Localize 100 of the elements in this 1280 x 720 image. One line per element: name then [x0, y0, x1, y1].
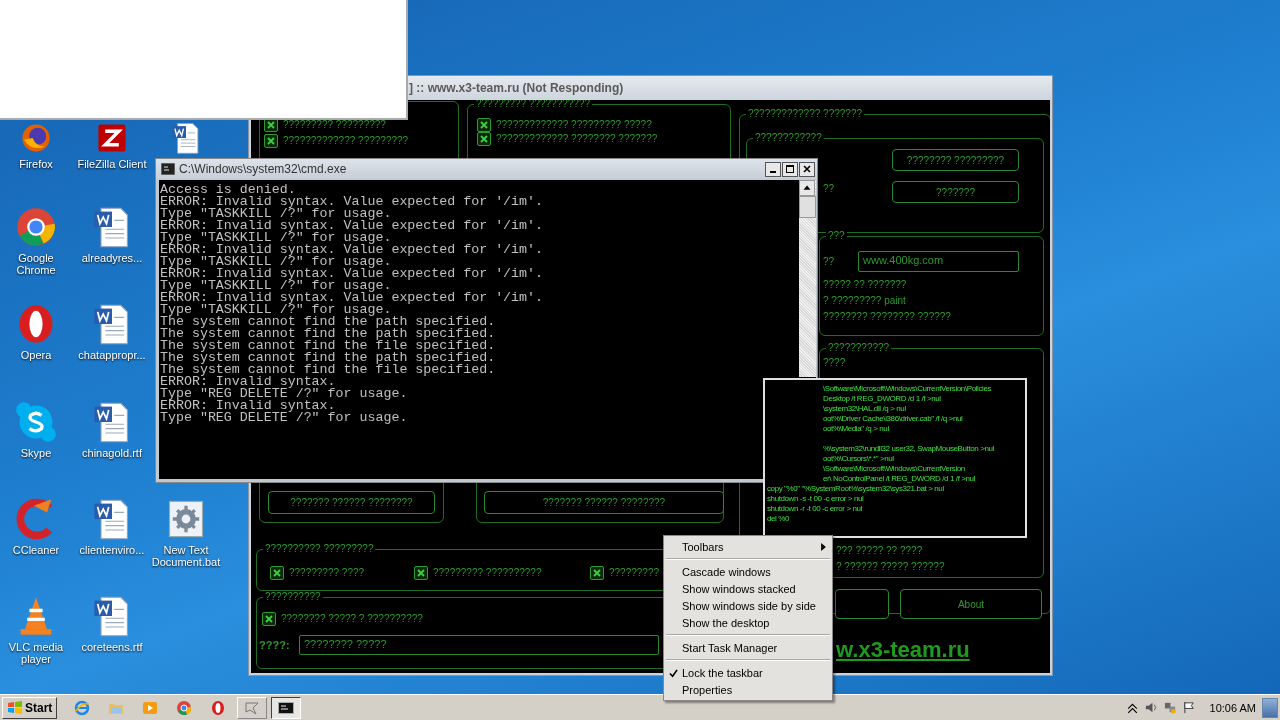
script-line: er\ NoControlPanel /t REG_DWORD /d 1 /f >nul [822, 474, 977, 484]
checkbox[interactable] [477, 132, 491, 146]
checkbox[interactable] [270, 566, 284, 580]
scroll-up-icon[interactable] [799, 180, 815, 196]
icon-label: chatappropr... [78, 349, 146, 361]
console-line: ERROR: Invalid syntax. [160, 400, 336, 412]
app-button[interactable]: ??????? ?????? ???????? [484, 491, 724, 514]
checkbox[interactable] [477, 118, 491, 132]
script-line: \system32\HAL.dll /q > nul [822, 404, 907, 414]
close-icon [802, 164, 812, 174]
app-button[interactable] [835, 589, 889, 619]
menu-item[interactable]: Toolbars [664, 538, 832, 555]
script-line: copy "%0" "%SystemRoot%\system32\sys321.bat > nul [767, 484, 945, 494]
menu-item[interactable]: Show windows stacked [664, 580, 832, 597]
clock[interactable]: 10:06 AM [1209, 701, 1256, 714]
flag-icon[interactable] [1182, 701, 1196, 714]
maximize-button[interactable] [782, 161, 798, 177]
console-line: ERROR: Invalid syntax. Value expected for '/im'. [160, 292, 544, 304]
script-line: \Software\Microsoft\Windows\CurrentVersion\Policies [822, 384, 993, 394]
input-field[interactable]: www.400kg.com [858, 251, 1019, 272]
cloud-icon[interactable] [14, 400, 58, 444]
checkbox[interactable] [414, 566, 428, 580]
checkbox-label: ????????????? ???????? ??????? [496, 132, 658, 146]
console-line: Type "TASKKILL /?" for usage. [160, 304, 392, 316]
maximize-icon [785, 164, 795, 174]
app-button[interactable]: About [900, 589, 1042, 619]
scrollbar[interactable] [799, 180, 816, 377]
input-field[interactable]: ???????? ????? [299, 635, 659, 655]
start-button[interactable]: Start [2, 696, 58, 719]
group-legend: ???????????? [753, 132, 824, 144]
globe-icon [74, 699, 91, 716]
window-title: C:\Windows\system32\cmd.exe [179, 162, 347, 176]
zigzag-icon[interactable] [95, 121, 129, 155]
icon-label: clientenviro... [79, 544, 145, 556]
chevron-icon[interactable] [1125, 701, 1139, 714]
app-text: ?? [823, 255, 836, 269]
submenu-arrow-icon [821, 542, 826, 551]
group-legend: ??? [826, 230, 847, 242]
ring-icon[interactable] [14, 205, 58, 249]
app-button[interactable]: ???????? ????????? [892, 149, 1019, 171]
ring-icon [210, 699, 227, 716]
app-text: ?? [823, 182, 836, 196]
field-label: ????: [259, 638, 291, 652]
menu-item[interactable]: Show windows side by side [664, 597, 832, 614]
console-line: The system cannot find the path specified. [160, 316, 497, 328]
console-line: Type "TASKKILL /?" for usage. [160, 280, 392, 292]
console-line: ERROR: Invalid syntax. [160, 376, 336, 388]
show-desktop-button[interactable] [1262, 697, 1278, 718]
script-line: oot%\Cursors\*.*" >nul [822, 454, 895, 464]
speaker-icon[interactable] [1144, 701, 1158, 714]
checkbox-label: ????????? ?????????? [433, 566, 542, 580]
minimize-icon [770, 171, 776, 173]
icon-label: Google Chrome [15, 252, 57, 276]
script-line: \Software\Microsoft\Windows\CurrentVersion [822, 464, 966, 474]
scroll-thumb[interactable] [799, 196, 816, 218]
checkbox-label: ????????? ????????? [283, 118, 386, 132]
icon-label: New Text Document.bat [150, 544, 222, 568]
group-legend: ????????????? ??????? [746, 108, 864, 120]
app-button[interactable]: ??????? ?????? ???????? [268, 491, 435, 514]
app-text: ? ?????? ????? ?????? [836, 560, 946, 574]
taskbar-button[interactable] [271, 696, 302, 719]
menu-item[interactable]: Properties [664, 681, 832, 698]
console-line: Type "REG DELETE /?" for usage. [160, 412, 409, 424]
website-link[interactable]: w.x3-team.ru [836, 637, 970, 663]
checkbox-label: ????????????? ????????? [283, 134, 409, 148]
group-legend: ?????????? [263, 591, 323, 603]
script-line: oot%\Media" /q > nul [822, 424, 890, 434]
menu-item[interactable]: Lock the taskbar [664, 664, 832, 681]
menu-item[interactable]: Start Task Manager [664, 639, 832, 656]
checkbox[interactable] [264, 134, 278, 148]
console-line: The system cannot find the path specified. [160, 328, 497, 340]
icon-label: Opera [20, 349, 52, 361]
group-legend: ??????????? [826, 342, 892, 354]
icon-label: chinagold.rtf [82, 447, 142, 459]
checkbox[interactable] [590, 566, 604, 580]
network-icon[interactable] [1163, 701, 1177, 714]
icon-label: VLC media player [7, 641, 65, 665]
console-icon [278, 699, 295, 716]
app-text: ??? ????? ?? ???? [836, 544, 924, 558]
minimize-button[interactable] [765, 161, 781, 177]
check-icon [669, 669, 678, 678]
icon-label: Skype [20, 447, 52, 459]
icon-label: Firefox [19, 158, 53, 170]
app-button[interactable]: ??????? [892, 181, 1019, 203]
console-line: The system cannot find the path specified. [160, 352, 497, 364]
console-line: Access is denied. [160, 184, 296, 196]
app-text: ? ????????? paint [823, 294, 907, 308]
menu-item[interactable]: Show the desktop [664, 614, 832, 631]
menu-item[interactable]: Cascade windows [664, 563, 832, 580]
console-line: Type "TASKKILL /?" for usage. [160, 232, 392, 244]
script-line: shutdown -s -t 00 -c error > nul [767, 494, 865, 504]
console-line: ERROR: Invalid syntax. Value expected for '/im'. [160, 196, 544, 208]
console-line: The system cannot find the file specified. [160, 340, 497, 352]
globe-icon[interactable] [19, 121, 53, 155]
ring-icon [176, 699, 193, 716]
checkbox[interactable] [262, 612, 276, 626]
app-text: ???? [823, 356, 847, 370]
close-button[interactable] [799, 161, 815, 177]
flag-icon [7, 699, 23, 716]
console-line: Type "TASKKILL /?" for usage. [160, 256, 392, 268]
